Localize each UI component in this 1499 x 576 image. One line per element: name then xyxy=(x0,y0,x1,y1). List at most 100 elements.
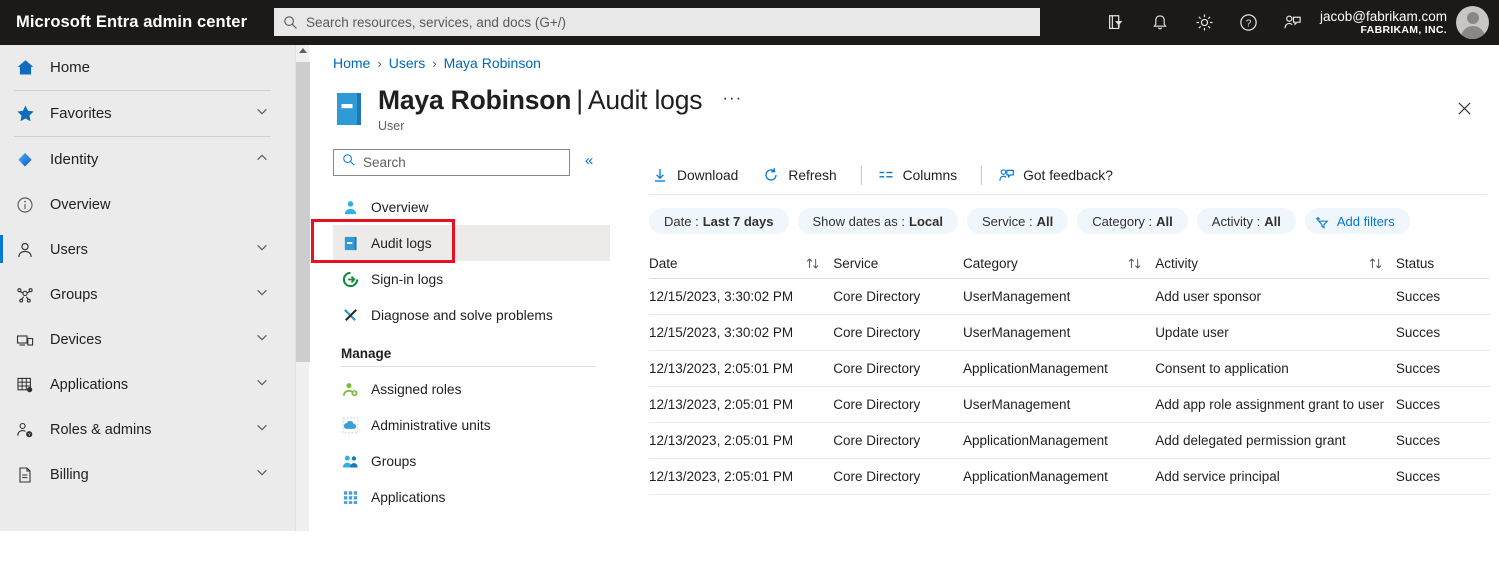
sign-in-arrow-icon xyxy=(341,270,359,288)
table-header-service[interactable]: Service xyxy=(833,256,963,271)
more-options-ellipsis-icon[interactable]: ··· xyxy=(722,88,742,114)
sidebar-item-label: Diagnose and solve problems xyxy=(371,307,553,323)
sidebar-item-assigned-roles[interactable]: Assigned roles xyxy=(333,371,610,407)
sidebar-item-audit-logs[interactable]: Audit logs xyxy=(333,225,610,261)
scroll-up-arrow-icon[interactable] xyxy=(299,48,307,53)
table-row[interactable]: 12/13/2023, 2:05:01 PM Core Directory Ap… xyxy=(649,459,1490,495)
sidebar-item-home[interactable]: Home xyxy=(0,45,295,90)
chevron-down-icon[interactable] xyxy=(255,420,269,439)
secondary-search-box[interactable] xyxy=(333,149,570,176)
chevron-down-icon[interactable] xyxy=(255,330,269,349)
filter-pill-date[interactable]: Date : Last 7 days xyxy=(649,208,789,234)
got-feedback-button[interactable]: Got feedback? xyxy=(995,159,1124,191)
breadcrumb-item-home[interactable]: Home xyxy=(333,55,370,71)
sidebar-item-identity[interactable]: Identity xyxy=(0,137,295,182)
sidebar-item-groups[interactable]: Groups xyxy=(333,443,610,479)
sidebar-item-users[interactable]: Users xyxy=(0,227,295,272)
add-filter-icon xyxy=(1315,213,1331,229)
sort-icon[interactable] xyxy=(1368,257,1384,270)
account-menu[interactable]: jacob@fabrikam.com FABRIKAM, INC. xyxy=(1320,0,1489,45)
feedback-person-icon[interactable] xyxy=(1270,0,1314,45)
secondary-search-input[interactable] xyxy=(363,155,553,170)
sidebar-item-billing[interactable]: Billing xyxy=(0,452,295,497)
sidebar-item-favorites[interactable]: Favorites xyxy=(0,91,295,136)
sidebar-item-administrative-units[interactable]: Administrative units xyxy=(333,407,610,443)
global-search-input[interactable] xyxy=(306,14,1006,30)
sort-icon[interactable] xyxy=(1127,257,1143,270)
notifications-bell-icon[interactable] xyxy=(1138,0,1182,45)
table-row[interactable]: 12/13/2023, 2:05:01 PM Core Directory Ap… xyxy=(649,351,1490,387)
cell-status: Succes xyxy=(1395,289,1441,304)
breadcrumb-item-users[interactable]: Users xyxy=(389,55,426,71)
chevron-down-icon[interactable] xyxy=(255,104,269,123)
chevron-up-icon[interactable] xyxy=(255,150,269,169)
cell-date: 12/13/2023, 2:05:01 PM xyxy=(649,433,794,448)
refresh-button[interactable]: Refresh xyxy=(760,159,847,191)
page-title-block: Maya Robinson | Audit logs ··· User xyxy=(378,85,742,133)
directories-filter-icon[interactable] xyxy=(1094,0,1138,45)
cell-date: 12/15/2023, 3:30:02 PM xyxy=(649,325,794,340)
table-header-status[interactable]: Status xyxy=(1396,256,1490,271)
help-question-icon[interactable]: ? xyxy=(1226,0,1270,45)
sidebar-label: Identity xyxy=(50,151,99,168)
cell-category: UserManagement xyxy=(963,289,1071,304)
cell-date: 12/15/2023, 3:30:02 PM xyxy=(649,289,794,304)
brand-title: Microsoft Entra admin center xyxy=(16,13,248,31)
table-header-activity[interactable]: Activity xyxy=(1155,256,1396,271)
command-toolbar: Download Refresh Columns Got feedback? xyxy=(640,158,1499,192)
wrench-screwdriver-icon xyxy=(341,306,359,324)
filter-pill-show-dates-as[interactable]: Show dates as : Local xyxy=(797,208,958,234)
sidebar-item-devices[interactable]: Devices xyxy=(0,317,295,362)
cell-service: Core Directory xyxy=(833,469,921,484)
download-button[interactable]: Download xyxy=(649,159,749,191)
table-header-date[interactable]: Date xyxy=(649,256,833,271)
cell-service: Core Directory xyxy=(833,325,921,340)
global-search-box[interactable] xyxy=(274,8,1040,36)
chevron-down-icon[interactable] xyxy=(255,375,269,394)
table-row[interactable]: 12/15/2023, 3:30:02 PM Core Directory Us… xyxy=(649,315,1490,351)
table-row[interactable]: 12/15/2023, 3:30:02 PM Core Directory Us… xyxy=(649,279,1490,315)
sidebar-item-overview[interactable]: Overview xyxy=(0,182,295,227)
administrative-units-icon xyxy=(341,416,359,434)
chevron-down-icon[interactable] xyxy=(255,240,269,259)
cell-category: ApplicationManagement xyxy=(963,361,1108,376)
filter-pill-category[interactable]: Category : All xyxy=(1077,208,1188,234)
sidebar-item-overview[interactable]: Overview xyxy=(333,189,610,225)
sidebar-item-applications[interactable]: Applications xyxy=(0,362,295,407)
sidebar-label: Devices xyxy=(50,331,102,348)
table-row[interactable]: 12/13/2023, 2:05:01 PM Core Directory Ap… xyxy=(649,423,1490,459)
scrollbar-thumb[interactable] xyxy=(296,62,310,362)
sidebar-item-diagnose-solve[interactable]: Diagnose and solve problems xyxy=(333,297,610,333)
toolbar-separator xyxy=(981,165,983,185)
avatar[interactable] xyxy=(1456,6,1489,39)
sort-icon[interactable] xyxy=(805,257,821,270)
filter-label: Show dates as : xyxy=(812,213,906,229)
breadcrumb: Home › Users › Maya Robinson xyxy=(333,55,541,71)
table-row[interactable]: 12/13/2023, 2:05:01 PM Core Directory Us… xyxy=(649,387,1490,423)
sidebar-item-label: Administrative units xyxy=(371,417,491,433)
sidebar-item-groups[interactable]: Groups xyxy=(0,272,295,317)
columns-button[interactable]: Columns xyxy=(875,159,968,191)
roles-admins-icon: Y xyxy=(14,419,36,441)
sidebar-item-sign-in-logs[interactable]: Sign-in logs xyxy=(333,261,610,297)
table-header-category[interactable]: Category xyxy=(963,256,1155,271)
audit-logs-book-icon xyxy=(333,91,365,127)
sidebar-item-label: Audit logs xyxy=(371,235,432,251)
collapse-panel-button[interactable]: « xyxy=(585,152,593,169)
sidebar-item-roles-admins[interactable]: Y Roles & admins xyxy=(0,407,295,452)
close-icon xyxy=(1457,101,1471,115)
chevron-down-icon[interactable] xyxy=(255,465,269,484)
sidebar-item-applications[interactable]: Applications xyxy=(333,479,610,515)
info-circle-icon xyxy=(14,194,36,216)
close-button[interactable] xyxy=(1449,93,1479,123)
filter-pill-activity[interactable]: Activity : All xyxy=(1196,208,1296,234)
sidebar-scrollbar[interactable] xyxy=(295,45,310,531)
feedback-person-icon xyxy=(997,166,1015,184)
add-filters-button[interactable]: Add filters xyxy=(1304,208,1410,234)
breadcrumb-item-user[interactable]: Maya Robinson xyxy=(444,55,541,71)
secondary-nav-group-title: Manage xyxy=(341,346,392,361)
chevron-down-icon[interactable] xyxy=(255,285,269,304)
filter-pill-service[interactable]: Service : All xyxy=(966,208,1069,234)
sidebar-label: Applications xyxy=(50,376,129,393)
gear-icon[interactable] xyxy=(1182,0,1226,45)
